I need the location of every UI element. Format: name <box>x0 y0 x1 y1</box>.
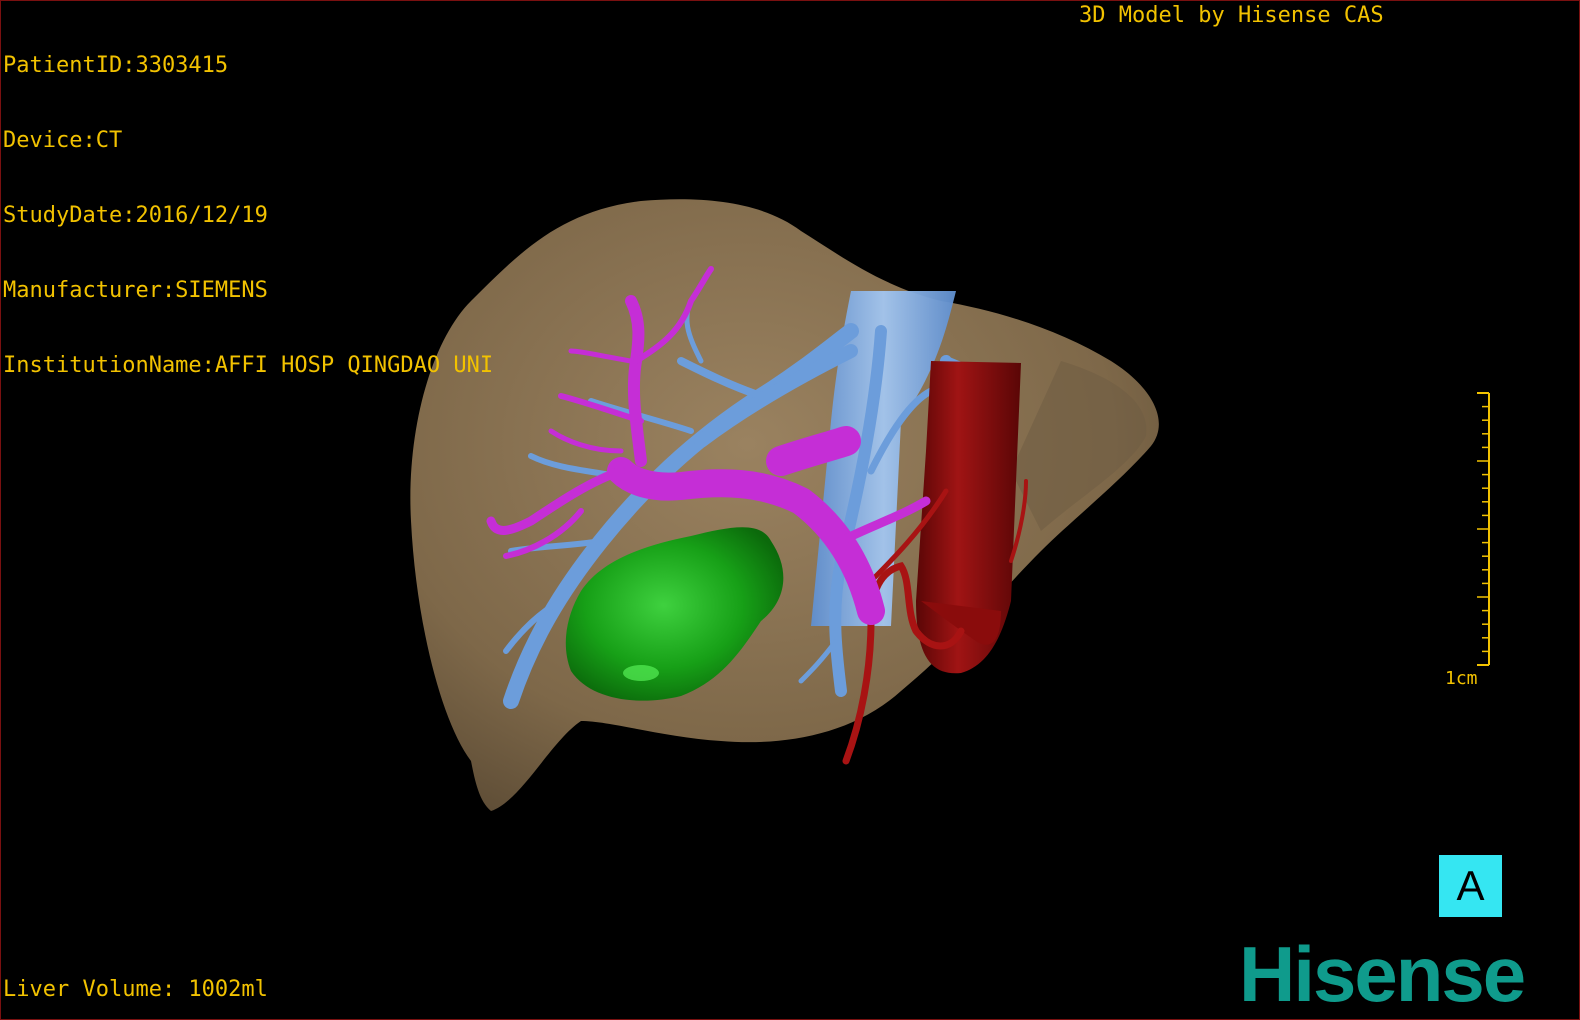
liver-volume-text: Liver Volume: 1002ml <box>3 977 268 1002</box>
institution-text: InstitutionName:AFFI HOSP QINGDAO UNI <box>3 353 494 378</box>
study-date-text: StudyDate:2016/12/19 <box>3 203 268 228</box>
manufacturer-text: Manufacturer:SIEMENS <box>3 278 268 303</box>
3d-render-viewport[interactable]: PatientID:3303415 Device:CT StudyDate:20… <box>0 0 1580 1020</box>
orientation-indicator[interactable]: A <box>1439 855 1502 917</box>
patient-id-text: PatientID:3303415 <box>3 53 229 78</box>
hisense-logo: Hisense <box>1239 930 1526 1018</box>
device-text: Device:CT <box>3 128 123 153</box>
scale-label: 1cm <box>1445 668 1478 689</box>
model-credit: 3D Model by Hisense CAS <box>1079 3 1384 28</box>
dicom-metadata: PatientID:3303415 Device:CT StudyDate:20… <box>3 3 493 428</box>
scale-ticks <box>1477 392 1489 666</box>
